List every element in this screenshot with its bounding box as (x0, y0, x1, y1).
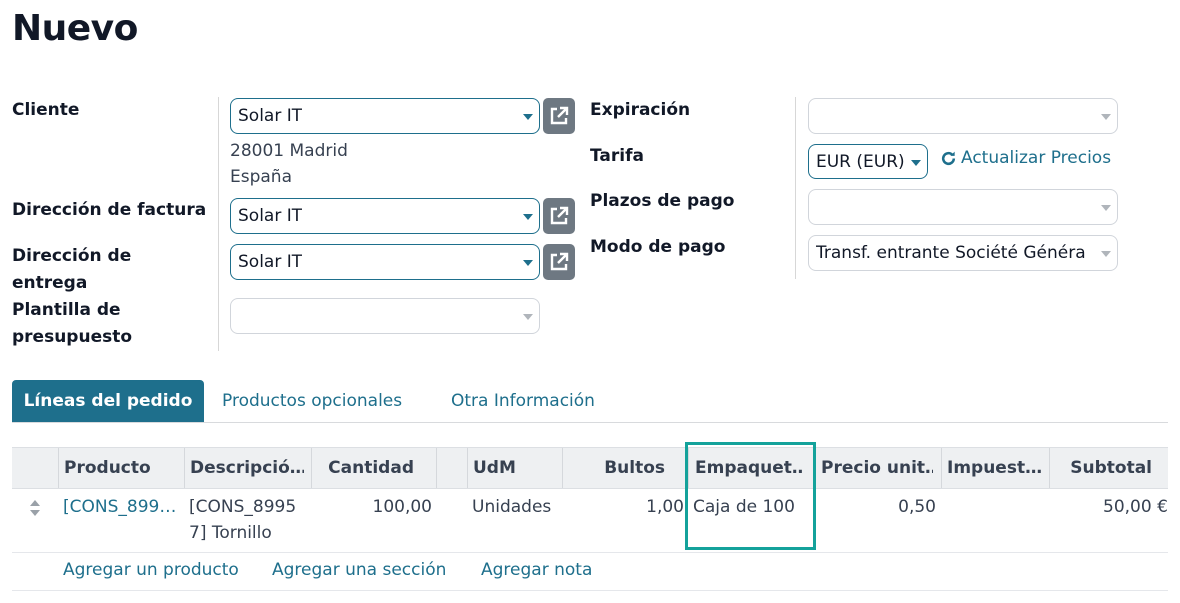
tarifa-select[interactable]: EUR (EUR) (808, 144, 928, 179)
column-separator (467, 448, 468, 488)
column-subtotal[interactable]: Subtotal (1055, 448, 1152, 488)
factura-select-value: Solar IT (238, 206, 303, 226)
actualizar-precios-button[interactable]: Actualizar Precios (940, 148, 1111, 168)
cell-cantidad: 100,00 (372, 497, 432, 517)
cliente-address-line1: 28001 Madrid (230, 141, 348, 161)
cliente-select[interactable]: Solar IT (230, 98, 540, 134)
empaquetado-highlight-box (685, 442, 816, 550)
column-separator (184, 448, 185, 488)
external-link-icon (550, 106, 569, 125)
chevron-down-icon (523, 214, 533, 220)
add-section-link[interactable]: Agregar una sección (272, 560, 446, 580)
cliente-address-line2: España (230, 167, 292, 187)
column-separator (58, 448, 59, 488)
modo-label: Modo de pago (590, 237, 726, 257)
column-udm[interactable]: UdM (473, 448, 553, 488)
column-separator (562, 448, 563, 488)
cell-udm: Unidades (472, 497, 552, 517)
modo-pago-select[interactable]: Transf. entrante Société Généra (808, 235, 1118, 271)
plantilla-label-line1: Plantilla de (12, 300, 121, 320)
cell-producto[interactable]: [CONS_899… (63, 494, 176, 520)
chevron-down-icon (523, 314, 533, 320)
chevron-down-icon (523, 260, 533, 266)
external-link-icon (550, 252, 569, 271)
column-separator (311, 448, 312, 488)
column-impuestos[interactable]: Impuest… (947, 448, 1044, 488)
factura-select[interactable]: Solar IT (230, 198, 540, 234)
tarifa-label: Tarifa (590, 146, 644, 166)
chevron-down-icon (1101, 205, 1111, 211)
column-producto[interactable]: Producto (64, 448, 182, 488)
expiracion-date-field[interactable] (808, 98, 1118, 134)
external-link-icon (550, 206, 569, 225)
tab-productos-opcionales[interactable]: Productos opcionales (222, 380, 402, 422)
chevron-down-icon (1101, 251, 1111, 257)
column-descripcion[interactable]: Descripció… (190, 448, 304, 488)
column-precio-unitario[interactable]: Precio unit… (821, 448, 933, 488)
chevron-down-icon (911, 160, 921, 166)
column-bultos[interactable]: Bultos (568, 448, 665, 488)
column-separator (1049, 448, 1050, 488)
plantilla-label-line2: presupuesto (12, 327, 133, 347)
add-line-row: Agregar un producto Agregar una sección … (12, 555, 1168, 591)
add-note-link[interactable]: Agregar nota (481, 560, 592, 580)
chevron-down-icon (523, 114, 533, 120)
plazos-select[interactable] (808, 189, 1118, 225)
cell-precio-unitario: 0,50 (898, 497, 936, 517)
cell-descripcion-line2: 7] Tornillo (189, 523, 272, 543)
column-separator (941, 448, 942, 488)
cliente-external-link-button[interactable] (543, 98, 575, 134)
entrega-label-line2: entrega (12, 273, 88, 293)
factura-external-link-button[interactable] (543, 198, 575, 234)
modo-pago-select-value: Transf. entrante Société Généra (816, 243, 1086, 263)
cliente-label: Cliente (12, 100, 80, 120)
entrega-external-link-button[interactable] (543, 244, 575, 280)
factura-label: Dirección de factura (12, 200, 207, 220)
cell-descripcion-line1: [CONS_8995 (189, 497, 297, 517)
right-form-separator (795, 97, 796, 279)
add-product-link[interactable]: Agregar un producto (63, 560, 239, 580)
entrega-select[interactable]: Solar IT (230, 244, 540, 280)
entrega-label-line1: Dirección de (12, 246, 132, 266)
column-separator (436, 448, 437, 488)
left-form-separator (218, 97, 219, 351)
refresh-icon (941, 151, 956, 165)
cliente-select-value: Solar IT (238, 106, 303, 126)
drag-handle-icon[interactable] (28, 499, 42, 517)
actualizar-precios-label: Actualizar Precios (961, 148, 1112, 168)
plantilla-select[interactable] (230, 298, 540, 334)
page-title: Nuevo (12, 8, 138, 49)
expiracion-label: Expiración (590, 100, 691, 120)
tarifa-select-value: EUR (EUR) (816, 152, 905, 172)
chevron-down-icon (1101, 114, 1111, 120)
order-lines-table-header: Producto Descripció… Cantidad UdM Bultos… (12, 447, 1168, 489)
tab-otra-informacion[interactable]: Otra Información (451, 380, 595, 422)
column-cantidad[interactable]: Cantidad (317, 448, 414, 488)
tab-lineas-del-pedido[interactable]: Líneas del pedido (12, 380, 204, 422)
tabs-underline (12, 422, 1168, 423)
cell-subtotal: 50,00 € (1103, 497, 1168, 517)
table-row[interactable]: [CONS_899… [CONS_8995 7] Tornillo 100,00… (12, 489, 1168, 553)
plazos-label: Plazos de pago (590, 191, 735, 211)
entrega-select-value: Solar IT (238, 252, 303, 272)
cell-bultos: 1,00 (646, 497, 684, 517)
